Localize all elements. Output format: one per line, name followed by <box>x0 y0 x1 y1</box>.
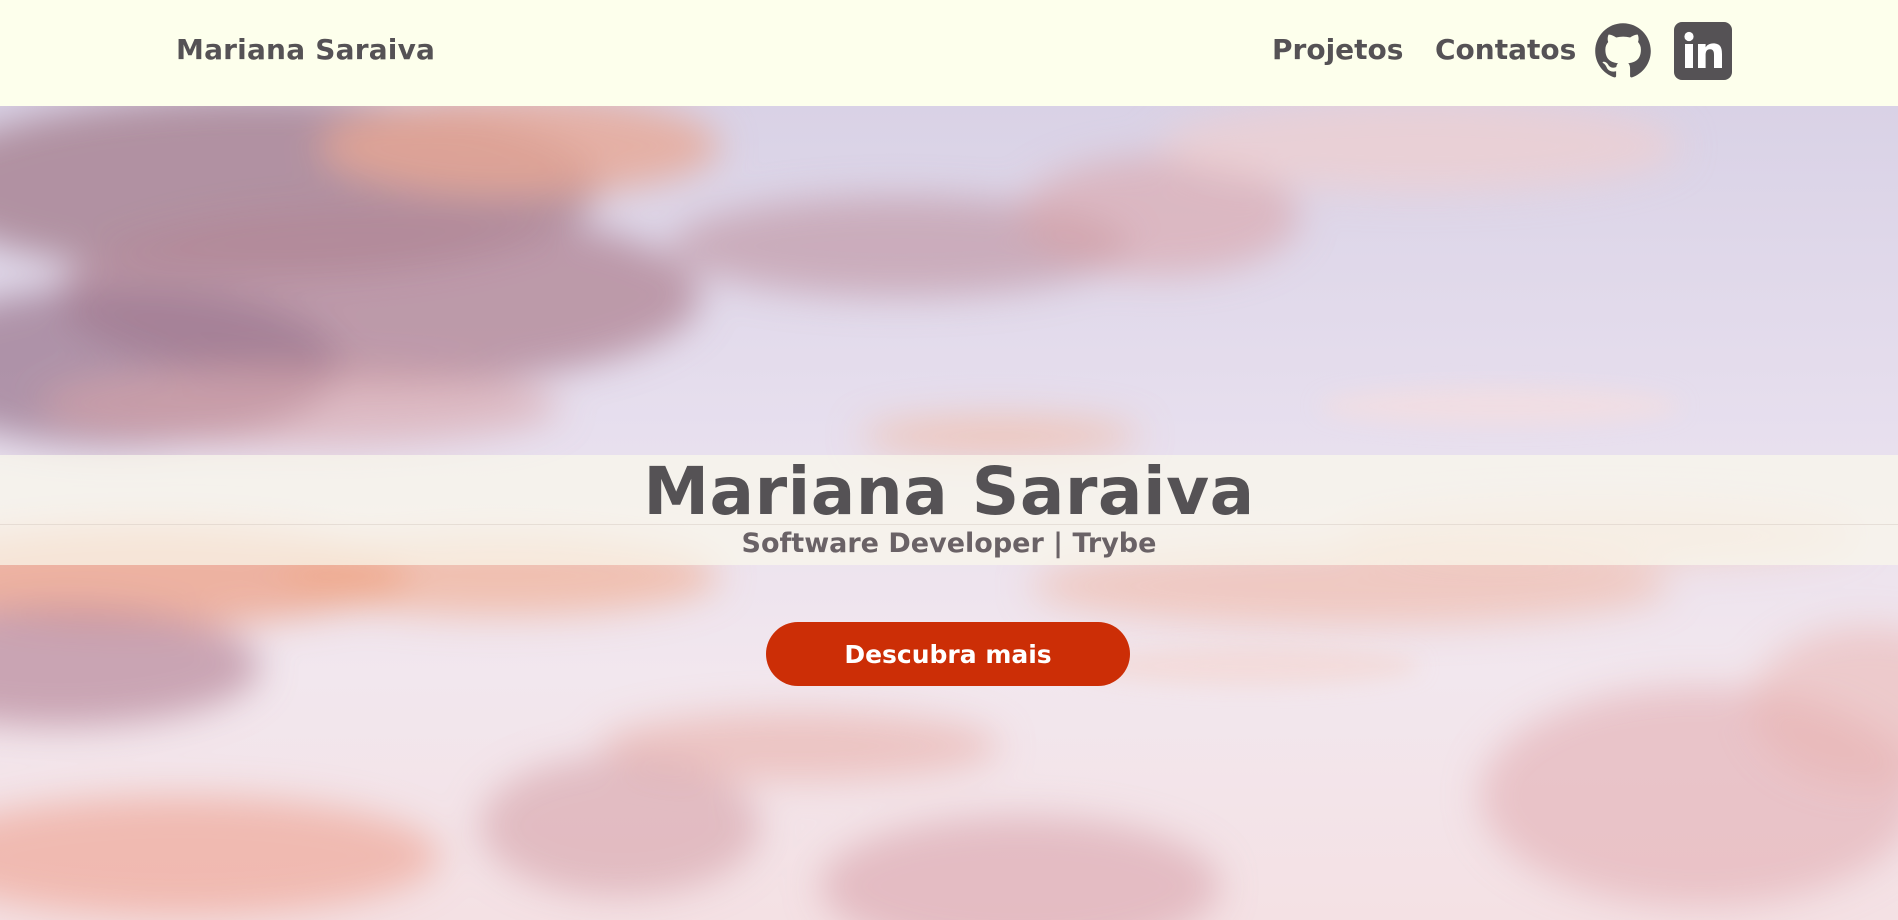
linkedin-link[interactable] <box>1674 22 1732 80</box>
site-header: Mariana Saraiva Projetos Contatos <box>0 0 1898 106</box>
hero-title: Mariana Saraiva <box>643 453 1255 530</box>
github-link[interactable] <box>1594 22 1652 80</box>
hero-subtitle: Software Developer | Trybe <box>741 528 1157 559</box>
nav-link-contatos[interactable]: Contatos <box>1435 33 1576 66</box>
brand-link[interactable]: Mariana Saraiva <box>176 33 435 66</box>
nav-link-projetos[interactable]: Projetos <box>1272 33 1403 66</box>
github-icon <box>1595 23 1651 78</box>
discover-more-button[interactable]: Descubra mais <box>766 622 1130 686</box>
linkedin-icon <box>1674 22 1732 80</box>
